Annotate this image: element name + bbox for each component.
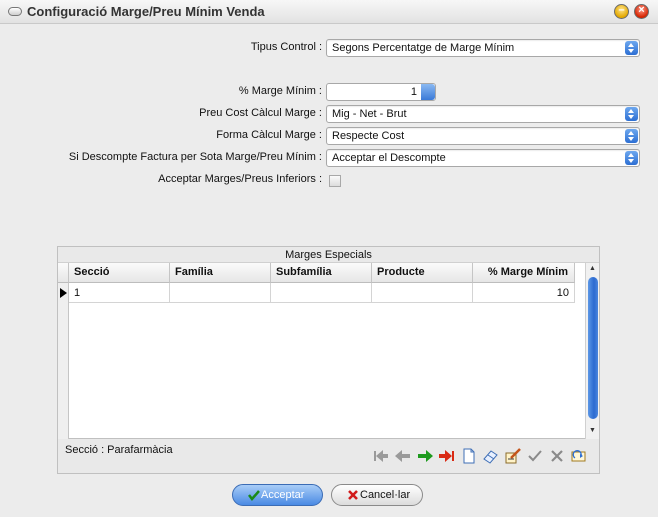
refresh-record-icon[interactable] [570,447,588,465]
accept-button[interactable]: Acceptar [232,484,323,506]
descompte-select[interactable]: Acceptar el Descompte [326,149,640,167]
acceptar-inferiors-label: Acceptar Marges/Preus Inferiors : [158,173,322,185]
preu-cost-value: Mig - Net - Brut [332,108,407,120]
accept-label: Acceptar [261,489,305,501]
acceptar-inferiors-checkbox[interactable] [329,175,341,187]
stepper-arrow-icon[interactable] [421,84,435,100]
marges-especials-panel: Marges Especials Secció Família Subfamíl… [57,246,600,474]
close-icon: × [638,4,645,16]
window-title: Configuració Marge/Preu Mínim Venda [27,4,265,19]
table-cell-marge[interactable]: 10 [473,283,575,303]
scrollbar-thumb[interactable] [588,277,598,419]
scroll-up-icon[interactable]: ▲ [589,265,596,272]
check-icon [248,490,260,501]
cross-icon [348,490,358,500]
dropdown-arrow-icon [625,107,638,121]
dropdown-arrow-icon [625,129,638,143]
table-cell-seccio[interactable]: 1 [69,283,170,303]
status-seccio-text: Secció : Parafarmàcia [65,444,173,456]
tipus-control-value: Segons Percentatge de Marge Mínim [332,42,515,54]
table-cell-familia[interactable] [170,283,271,303]
marge-minim-value: 1 [410,86,417,98]
column-header-producte[interactable]: Producte [372,263,473,283]
descompte-value: Acceptar el Descompte [332,152,446,164]
insert-record-icon[interactable] [460,447,478,465]
cancel-button[interactable]: Cancel·lar [331,484,423,506]
dropdown-arrow-icon [625,41,638,55]
descompte-label: Si Descompte Factura per Sota Marge/Preu… [68,151,322,163]
forma-calcul-select[interactable]: Respecte Cost [326,127,640,145]
panel-title: Marges Especials [58,247,599,263]
scroll-down-icon[interactable]: ▼ [589,427,596,434]
row-indicator-column [58,283,69,439]
post-record-icon[interactable] [526,447,544,465]
forma-calcul-label: Forma Càlcul Marge : [216,129,322,141]
delete-record-icon[interactable] [482,447,500,465]
column-header-marge-minim[interactable]: % Marge Mínim [473,263,575,283]
close-button[interactable]: × [634,4,649,19]
minimize-button[interactable]: – [614,4,629,19]
column-header-seccio[interactable]: Secció [69,263,170,283]
title-bar: Configuració Marge/Preu Mínim Venda – × [0,0,658,24]
preu-cost-label: Preu Cost Càlcul Marge : [199,107,322,119]
next-record-icon[interactable] [416,447,434,465]
current-row-arrow-icon [60,288,67,298]
marges-grid: Secció Família Subfamília Producte % Mar… [58,263,599,439]
dropdown-arrow-icon [625,151,638,165]
forma-calcul-value: Respecte Cost [332,130,405,142]
table-cell-producte[interactable] [372,283,473,303]
preu-cost-select[interactable]: Mig - Net - Brut [326,105,640,123]
table-cell-subfamilia[interactable] [271,283,372,303]
first-record-icon[interactable] [372,447,390,465]
prior-record-icon[interactable] [394,447,412,465]
minimize-icon: – [618,4,625,16]
marge-minim-label: % Marge Mínim : [238,85,322,97]
marge-minim-stepper[interactable]: 1 [326,83,436,101]
tipus-control-select[interactable]: Segons Percentatge de Marge Mínim [326,39,640,57]
row-indicator-header [58,263,69,283]
column-header-subfamilia[interactable]: Subfamília [271,263,372,283]
edit-record-icon[interactable] [504,447,522,465]
window-pill-icon[interactable] [8,7,22,16]
column-header-familia[interactable]: Família [170,263,271,283]
cancel-record-icon[interactable] [548,447,566,465]
last-record-icon[interactable] [438,447,456,465]
tipus-control-label: Tipus Control : [250,41,322,53]
cancel-label: Cancel·lar [360,489,411,501]
vertical-scrollbar[interactable]: ▲ ▼ [585,263,599,439]
